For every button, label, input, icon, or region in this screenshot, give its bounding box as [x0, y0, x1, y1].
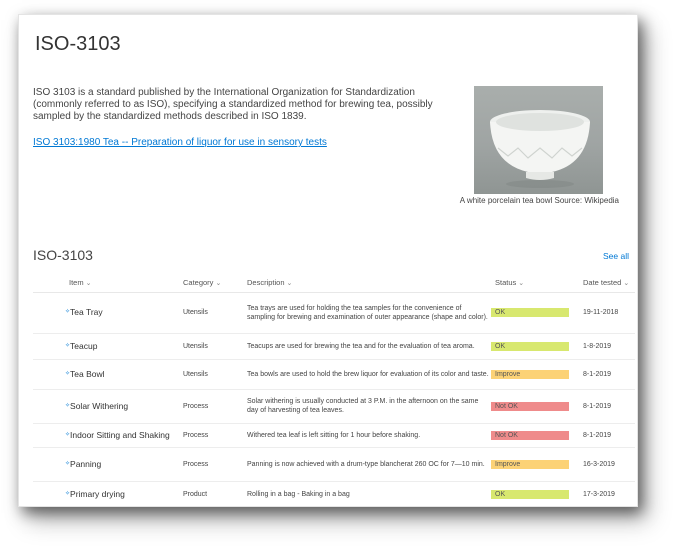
status-cell: Not OK [491, 423, 573, 448]
date-cell: 8-1-2019 [573, 359, 635, 390]
description-cell: Solar withering is usually conducted at … [243, 389, 491, 424]
tea-bowl-image [474, 86, 603, 194]
chevron-down-icon: ⌄ [85, 280, 92, 288]
see-all-link[interactable]: See all [603, 251, 629, 261]
item-cell[interactable]: ✧Indoor Sitting and Shaking [33, 423, 179, 448]
description-cell: Panning is now achieved with a drum-type… [243, 447, 491, 482]
status-badge: OK [491, 489, 569, 499]
column-header-status[interactable]: Status ⌄ [491, 274, 573, 293]
date-cell: 8-1-2019 [573, 389, 635, 424]
iso-list-table: Item ⌄ Category ⌄ Description ⌄ Status ⌄ Dat… [33, 274, 635, 506]
description-cell: Tea trays are used for holding the tea s… [243, 292, 491, 334]
item-title[interactable]: Solar Withering [70, 401, 128, 411]
chevron-down-icon: ⌄ [286, 280, 293, 288]
category-cell: Utensils [179, 292, 243, 334]
description-cell: Tea bowls are used to hold the brew liqu… [243, 359, 491, 390]
column-header-item[interactable]: Item ⌄ [33, 274, 179, 293]
item-title[interactable]: Indoor Sitting and Shaking [70, 430, 170, 440]
item-title[interactable]: Primary drying [70, 489, 125, 499]
category-cell: Process [179, 447, 243, 482]
intro-text: ISO 3103 is a standard published by the … [33, 87, 433, 122]
column-label: Date tested [583, 278, 622, 288]
category-cell: Process [179, 423, 243, 448]
date-cell: 1-8-2019 [573, 333, 635, 360]
description-cell: Teacups are used for brewing the tea and… [243, 333, 491, 360]
column-header-category[interactable]: Category ⌄ [179, 274, 243, 293]
item-cell[interactable]: ✧Teacup [33, 333, 179, 360]
table-row[interactable]: ✧Indoor Sitting and Shaking Process With… [33, 423, 635, 448]
table-header-row: Item ⌄ Category ⌄ Description ⌄ Status ⌄ Dat… [33, 274, 635, 293]
status-cell: Not OK [491, 389, 573, 424]
category-cell: Product [179, 481, 243, 506]
page-title: ISO-3103 [35, 33, 121, 55]
status-badge: Improve [491, 369, 569, 379]
column-label: Category [183, 278, 214, 288]
table-row[interactable]: ✧Tea Tray Utensils Tea trays are used fo… [33, 292, 635, 334]
chevron-down-icon: ⌄ [215, 280, 222, 288]
date-cell: 8-1-2019 [573, 423, 635, 448]
status-cell: OK [491, 333, 573, 360]
status-cell: Improve [491, 359, 573, 390]
table-row[interactable]: ✧Solar Withering Process Solar withering… [33, 389, 635, 424]
item-cell[interactable]: ✧Tea Tray [33, 292, 179, 334]
description-cell: Rolling in a bag - Baking in a bag [243, 481, 491, 506]
status-badge: Not OK [491, 430, 569, 440]
page-card: ISO-3103 ISO 3103 is a standard publishe… [18, 14, 638, 507]
iso-standard-link[interactable]: ISO 3103:1980 Tea -- Preparation of liqu… [33, 137, 327, 148]
category-cell: Utensils [179, 333, 243, 360]
status-cell: OK [491, 292, 573, 334]
date-cell: 16-3-2019 [573, 447, 635, 482]
chevron-down-icon: ⌄ [623, 280, 630, 288]
item-title[interactable]: Teacup [70, 341, 97, 351]
item-cell[interactable]: ✧Primary drying [33, 481, 179, 506]
status-cell: Improve [491, 447, 573, 482]
status-cell: OK [491, 481, 573, 506]
chevron-down-icon: ⌄ [518, 280, 525, 288]
status-badge: Improve [491, 459, 569, 469]
table-row[interactable]: ✧Panning Process Panning is now achieved… [33, 447, 635, 482]
category-cell: Process [179, 389, 243, 424]
date-cell: 17-3-2019 [573, 481, 635, 506]
category-cell: Utensils [179, 359, 243, 390]
item-title[interactable]: Tea Bowl [70, 369, 105, 379]
description-cell: Withered tea leaf is left sitting for 1 … [243, 423, 491, 448]
column-label: Description [247, 278, 285, 288]
column-label: Status [495, 278, 517, 288]
item-title[interactable]: Tea Tray [70, 307, 103, 317]
table-row[interactable]: ✧Primary drying Product Rolling in a bag… [33, 481, 635, 506]
tea-bowl-illustration [490, 110, 590, 188]
item-title[interactable]: Panning [70, 459, 101, 469]
column-header-date[interactable]: Date tested ⌄ [573, 274, 635, 293]
column-header-description[interactable]: Description ⌄ [243, 274, 491, 293]
item-cell[interactable]: ✧Solar Withering [33, 389, 179, 424]
table-row[interactable]: ✧Tea Bowl Utensils Tea bowls are used to… [33, 359, 635, 390]
date-cell: 19-11-2018 [573, 292, 635, 334]
table-row[interactable]: ✧Teacup Utensils Teacups are used for br… [33, 333, 635, 360]
status-badge: OK [491, 308, 569, 317]
list-title: ISO-3103 [33, 247, 93, 263]
item-cell[interactable]: ✧Tea Bowl [33, 359, 179, 390]
status-badge: OK [491, 341, 569, 351]
column-label: Item [69, 278, 84, 288]
item-cell[interactable]: ✧Panning [33, 447, 179, 482]
status-badge: Not OK [491, 401, 569, 411]
image-caption: A white porcelain tea bowl Source: Wikip… [459, 196, 619, 205]
